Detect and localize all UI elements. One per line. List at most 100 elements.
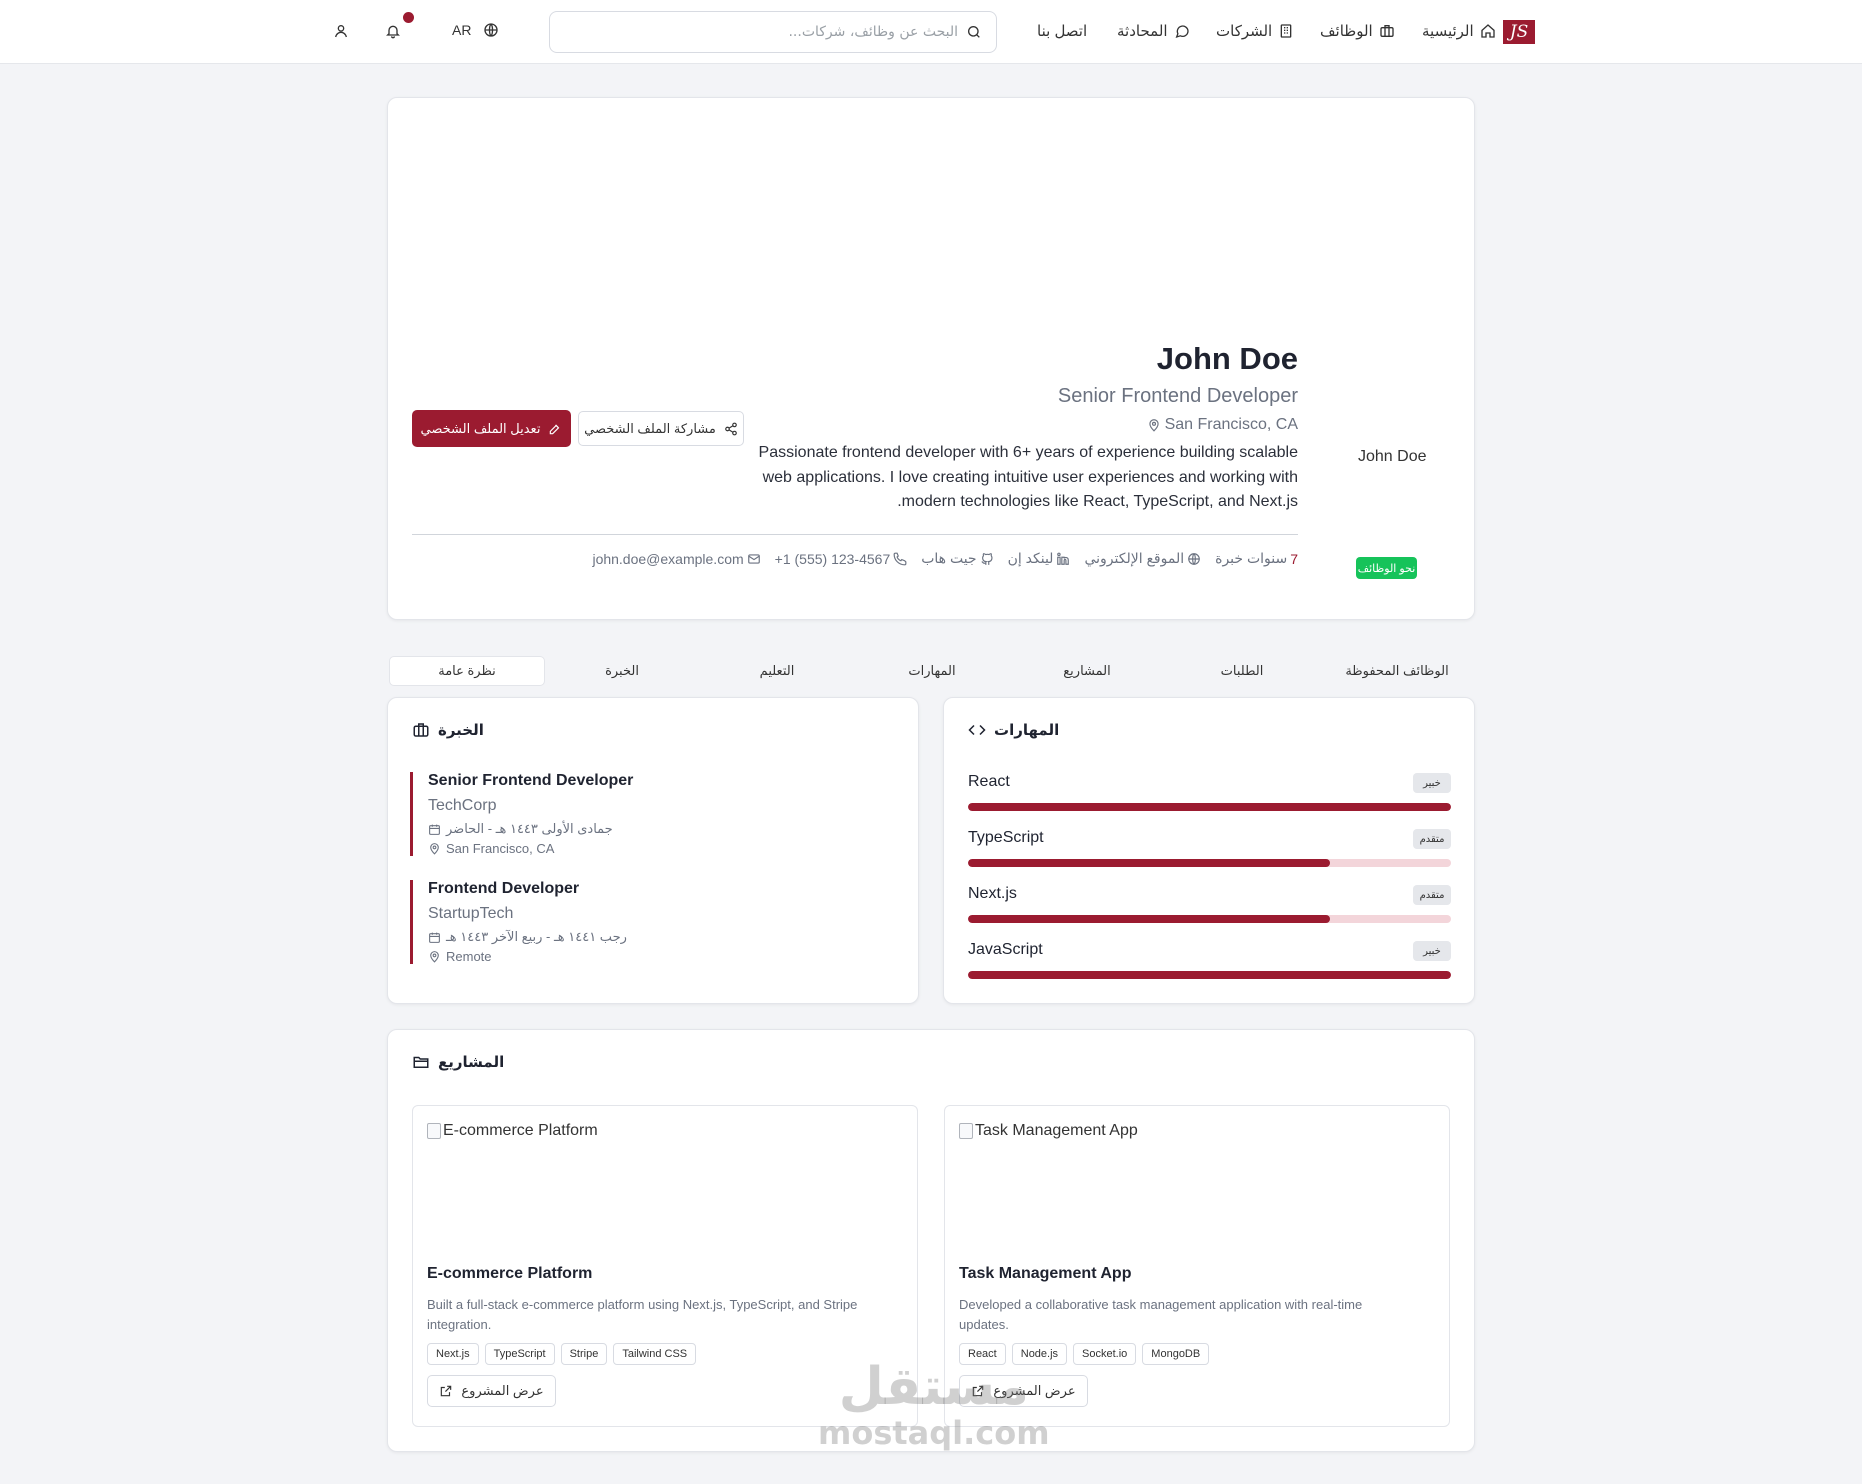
view-project-button[interactable]: عرض المشروع — [427, 1375, 556, 1407]
experience-card: الخبرة Senior Frontend Developer TechCor… — [387, 697, 919, 1004]
projects-header: المشاريع — [412, 1053, 504, 1071]
github-link[interactable]: جيت هاب — [921, 550, 993, 567]
map-pin-icon — [428, 842, 441, 855]
experience-location-text: San Francisco, CA — [446, 841, 555, 856]
tab-applications[interactable]: الطلبات — [1164, 656, 1320, 686]
nav-companies[interactable]: الشركات — [1216, 22, 1294, 40]
skills-card: المهارات React خبير TypeScript متقدم Nex… — [943, 697, 1475, 1004]
experience-dates: رجب ١٤٤١ هـ - ربيع الآخر ١٤٤٣ هـ — [428, 929, 790, 945]
skill-progress-bar — [968, 971, 1451, 979]
website-label: الموقع الإلكتروني — [1084, 550, 1185, 566]
language-switcher[interactable]: AR — [452, 22, 499, 38]
calendar-icon — [428, 931, 441, 944]
skill-name: JavaScript — [968, 941, 1043, 958]
experience-years: 7 سنوات خبرة — [1215, 550, 1298, 567]
broken-image-icon — [959, 1123, 973, 1139]
phone-number: +1 (555) 123-4567 — [774, 550, 891, 567]
skill-level-badge: خبير — [1413, 773, 1451, 793]
status-badge: نحو الوظائف — [1356, 557, 1417, 579]
email-address: john.doe@example.com — [592, 550, 744, 567]
skill-name: Next.js — [968, 885, 1017, 902]
share-profile-label: مشاركة الملف الشخصي — [584, 420, 716, 436]
edit-profile-label: تعديل الملف الشخصي — [420, 420, 541, 436]
edit-profile-button[interactable]: تعديل الملف الشخصي — [412, 410, 571, 447]
language-label: AR — [452, 22, 472, 38]
briefcase-icon — [412, 721, 430, 739]
project-tag: MongoDB — [1142, 1343, 1210, 1365]
phone-icon — [893, 552, 907, 566]
skill-progress-bar — [968, 915, 1451, 923]
skill-level-badge: متقدم — [1413, 829, 1451, 849]
experience-item: Frontend Developer StartupTech رجب ١٤٤١ … — [410, 880, 790, 964]
project-tag: Stripe — [560, 1343, 608, 1365]
experience-years-label: سنوات خبرة — [1215, 550, 1288, 566]
briefcase-icon — [1379, 23, 1395, 39]
github-icon — [980, 552, 994, 566]
experience-years-value: 7 — [1290, 550, 1298, 567]
experience-company: StartupTech — [428, 905, 514, 922]
projects-title: المشاريع — [438, 1054, 505, 1071]
project-description: Developed a collaborative task managemen… — [959, 1297, 1363, 1332]
nav-contact[interactable]: اتصل بنا — [1037, 22, 1087, 40]
chat-icon — [1174, 23, 1190, 39]
globe-icon — [483, 22, 499, 38]
tab-education[interactable]: التعليم — [699, 656, 855, 686]
nav-jobs[interactable]: الوظائف — [1320, 22, 1395, 40]
site-logo[interactable]: JS — [1503, 20, 1535, 44]
nav-contact-label: اتصل بنا — [1037, 23, 1088, 40]
email-link[interactable]: john.doe@example.com — [592, 551, 760, 567]
watermark-latin: mostaql.com — [818, 1414, 1050, 1452]
skill-progress-fill — [968, 803, 1451, 811]
skill-progress-bar — [968, 803, 1451, 811]
tab-experience[interactable]: الخبرة — [544, 656, 700, 686]
tab-overview[interactable]: نظرة عامة — [389, 656, 545, 686]
linkedin-icon — [1056, 552, 1070, 566]
github-label: جيت هاب — [921, 550, 977, 566]
profile-links: 7 سنوات خبرة الموقع الإلكتروني لينكد إن … — [592, 550, 1298, 567]
nav-home[interactable]: الرئيسية — [1422, 22, 1496, 40]
experience-location: Remote — [428, 949, 790, 964]
calendar-icon — [428, 823, 441, 836]
search-icon[interactable] — [966, 24, 982, 40]
nav-jobs-label: الوظائف — [1320, 23, 1373, 40]
phone-link[interactable]: +1 (555) 123-4567 — [775, 551, 908, 567]
linkedin-link[interactable]: لينكد إن — [1008, 550, 1071, 567]
folder-icon — [412, 1053, 430, 1071]
project-title: Task Management App — [959, 1265, 1132, 1282]
project-tag: Tailwind CSS — [613, 1343, 697, 1365]
notifications-button[interactable] — [385, 23, 401, 39]
project-title: E-commerce Platform — [427, 1265, 593, 1282]
skill-name: React — [968, 773, 1010, 790]
share-profile-button[interactable]: مشاركة الملف الشخصي — [578, 411, 744, 446]
experience-role: Senior Frontend Developer — [428, 772, 634, 789]
project-tag: Next.js — [427, 1343, 479, 1365]
experience-location: San Francisco, CA — [428, 841, 790, 856]
experience-company: TechCorp — [428, 797, 497, 814]
notification-dot — [403, 12, 414, 23]
tab-projects[interactable]: المشاريع — [1009, 656, 1165, 686]
project-image: E-commerce Platform — [427, 1122, 598, 1140]
mail-icon — [747, 552, 761, 566]
skill-progress-fill — [968, 915, 1331, 923]
profile-title: Senior Frontend Developer — [1057, 385, 1298, 407]
search-input[interactable] — [564, 24, 958, 40]
project-image-alt: Task Management App — [975, 1122, 1138, 1139]
project-tag: TypeScript — [484, 1343, 555, 1365]
external-link-icon — [439, 1384, 453, 1398]
mostaql-watermark: مستقل mostaql.com — [818, 1360, 1050, 1452]
user-menu-button[interactable] — [333, 23, 349, 39]
watermark-arabic: مستقل — [838, 1357, 1029, 1417]
map-pin-icon — [1147, 418, 1161, 432]
tab-skills[interactable]: المهارات — [854, 656, 1010, 686]
profile-bio: Passionate frontend developer with 6+ ye… — [758, 444, 1298, 510]
tab-saved-jobs[interactable]: الوظائف المحفوظة — [1319, 656, 1475, 686]
experience-title: الخبرة — [438, 722, 484, 739]
profile-name: John Doe — [1156, 341, 1298, 376]
skill-progress-fill — [968, 859, 1331, 867]
experience-dates-text: جمادى الأولى ١٤٤٣ هـ - الحاضر — [446, 821, 613, 836]
nav-chat[interactable]: المحادثة — [1117, 22, 1190, 40]
website-link[interactable]: الموقع الإلكتروني — [1084, 550, 1201, 567]
building-icon — [1278, 23, 1294, 39]
skill-level-badge: خبير — [1413, 941, 1451, 961]
search-bar[interactable] — [549, 11, 997, 53]
